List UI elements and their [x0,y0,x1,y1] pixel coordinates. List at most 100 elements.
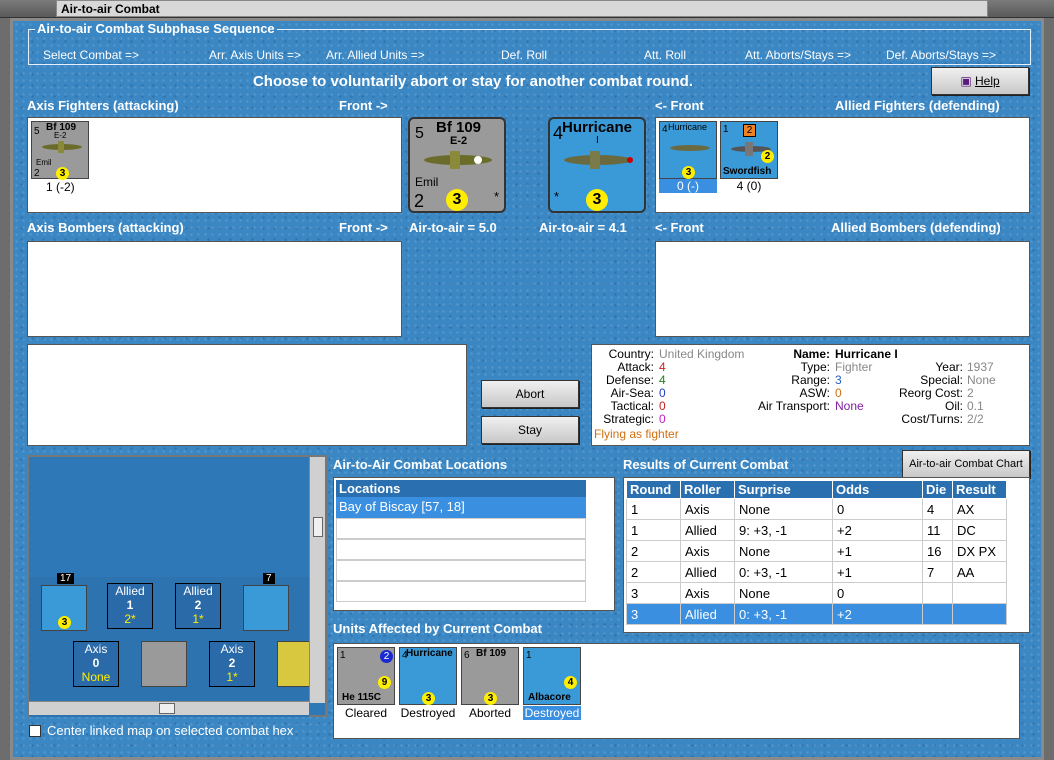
air-combat-chart-button[interactable]: Air-to-air Combat Chart [902,450,1030,478]
plane-icon [670,145,710,151]
affected-counter-albacore[interactable]: 1 4 Albacore [523,647,581,705]
map-submarine-counter[interactable] [277,641,311,687]
col-die: Die [922,480,953,499]
allied-bombers-front: <- Front [655,220,704,235]
allied-fighter-counter-swordfish[interactable]: 1 2 2 Swordfish [720,121,778,179]
affected-counter-hurricane[interactable]: 4 Hurricane 3 [399,647,457,705]
table-row[interactable]: 2 Axis None +1 16 DX PX [626,540,1007,562]
linked-map[interactable]: 17 3 Allied 1 2* Allied 2 1* 7 Axis 0 No… [27,455,327,717]
step-arr-allied: Arr. Allied Units => [326,48,425,62]
special-label: Special: [920,373,963,387]
cell: 3 [626,603,681,625]
cell: AA [952,561,1007,583]
large-move: 3 [446,189,468,211]
map-bf109-counter[interactable] [141,641,187,687]
allied-fighters-title: Allied Fighters (defending) [835,98,1000,113]
location-row-selected[interactable]: Bay of Biscay [57, 18] [336,497,586,518]
counter-attack: 5 [34,126,40,137]
map-vscroll-thumb[interactable] [313,517,323,537]
cell: None [734,498,833,520]
help-button[interactable]: ▣ Help [931,67,1029,95]
table-row[interactable]: 2 Allied 0: +3, -1 +1 7 AA [626,561,1007,583]
affected-status-0: Cleared [344,706,388,720]
map-horizontal-scrollbar[interactable] [29,701,309,715]
axis-bombers-title: Axis Bombers (attacking) [27,220,184,235]
affected-counter-bf109[interactable]: 6 Bf 109 3 [461,647,519,705]
counter-attack: 1 [723,124,729,135]
affected-counter-he115[interactable]: 1 2 9 He 115C [337,647,395,705]
type-value: Fighter [835,360,873,374]
axis-box-2[interactable]: Axis 2 1* [209,641,255,687]
cell: 2 [626,561,681,583]
allied-fighter-counter-hurricane[interactable]: 4 Hurricane 3 [659,121,717,179]
cell [952,603,1007,625]
cell: +2 [832,519,923,541]
cell: Axis [680,582,735,604]
defense-label: Defense: [605,373,654,387]
axis-box-label: Axis [84,642,108,656]
title-bar: Air-to-air Combat [0,0,1054,18]
allied-bombers-title: Allied Bombers (defending) [831,220,1001,235]
cell [922,603,953,625]
strategic-label: Strategic: [603,412,654,426]
reorg-value: 2 [967,386,974,400]
map-vertical-scrollbar[interactable] [309,457,325,703]
table-row[interactable]: 1 Axis None 0 4 AX [626,498,1007,520]
map-ship-counter[interactable] [243,585,289,631]
axis-bombers-panel [27,241,402,337]
table-row[interactable]: 3 Axis None 0 [626,582,1007,604]
cell: +2 [832,603,923,625]
allied-box-2[interactable]: Allied 2 1* [175,583,221,629]
axis-box-label: Axis [220,642,244,656]
allied-bombers-panel [655,241,1030,337]
cell: 9: +3, -1 [734,519,833,541]
transport-label: Air Transport: [757,399,830,413]
cell: Axis [680,498,735,520]
center-map-checkbox[interactable] [29,725,41,737]
allied-box-sub: 2* [124,612,136,626]
allied-large-variant: I [596,135,599,146]
asw-label: ASW: [799,386,830,400]
oil-label: Oil: [945,399,963,413]
axis-large-counter[interactable]: 5 Bf 109 E-2 Emil 2 3 * [408,117,506,213]
table-row-selected[interactable]: 3 Allied 0: +3, -1 +2 [626,603,1007,625]
results-table: Round Roller Surprise Odds Die Result 1A… [626,480,1007,625]
stay-button[interactable]: Stay [481,416,579,444]
cell: 0: +3, -1 [734,603,833,625]
map-hurricane-counter[interactable]: 3 [41,585,87,631]
special-value: None [967,373,996,387]
large-star: * [494,189,500,204]
counter-move: 3 [682,166,695,179]
allied-fighter-caption-0: 0 (-) [659,179,717,193]
counter-move: 3 [56,167,69,180]
map-hscroll-thumb[interactable] [159,703,175,714]
allied-box-value: 1 [126,598,134,612]
cell: 11 [922,519,953,541]
affected-status-1: Destroyed [400,706,456,720]
airsea-label: Air-Sea: [610,386,654,400]
table-row[interactable]: 1 Allied 9: +3, -1 +2 11 DC [626,519,1007,541]
axis-fighter-counter[interactable]: 5 Bf 109 E-2 Emil 2 3 [31,121,89,180]
country-label: Country: [608,347,654,361]
counter-variant: E-2 [54,131,67,140]
affected-panel: 1 2 9 He 115C Cleared 4 Hurricane 3 Dest… [333,643,1020,739]
cell: 1 [626,498,681,520]
locations-title: Air-to-Air Combat Locations [333,457,508,472]
axis-box-1[interactable]: Axis 0 None [73,641,119,687]
allied-box-1[interactable]: Allied 1 2* [107,583,153,629]
cell: 7 [922,561,953,583]
attack-label: Attack: [617,360,654,374]
location-row-empty [336,581,586,602]
cell: 1 [626,519,681,541]
allied-fighters-front: <- Front [655,98,704,113]
cell: DC [952,519,1007,541]
name-value: Hurricane I [835,347,898,361]
counter-move: 2 [761,150,774,163]
abort-button[interactable]: Abort [481,380,579,408]
counter-value: 9 [378,676,391,689]
stack-count-left: 17 [57,573,75,584]
cost-label: Cost/Turns: [901,412,963,426]
oil-value: 0.1 [967,399,984,413]
axis-box-sub: None [81,670,111,684]
allied-large-counter[interactable]: 4 Hurricane I * 3 [548,117,646,213]
